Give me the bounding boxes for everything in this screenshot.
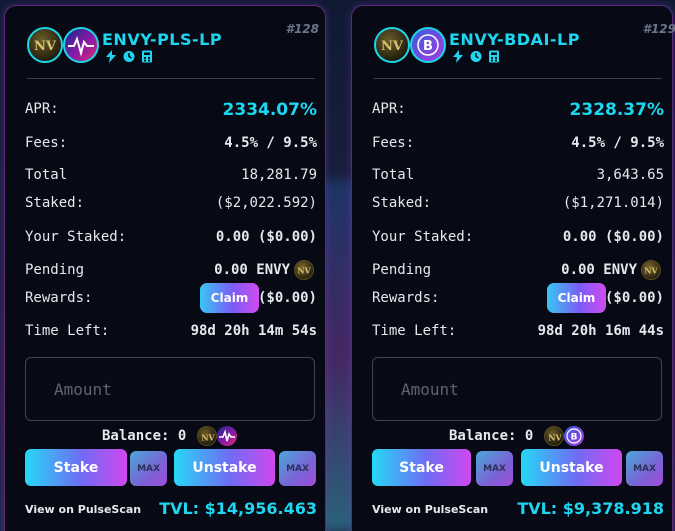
- svg-text:B: B: [423, 39, 433, 54]
- pending-amount: 0.00 ENVY: [561, 262, 637, 278]
- total-staked-label-line2: Staked:: [372, 195, 432, 211]
- pool-card-envy-bdai: NV B ENVY-BDAI-LP #129 APR: 2328.37% Fee…: [351, 5, 675, 531]
- svg-text:NV: NV: [297, 266, 311, 276]
- fees-value: 4.5% / 9.5%: [224, 135, 317, 151]
- pulse-wave-icon: [63, 27, 99, 63]
- tvl-value: TVL: $9,378.918: [517, 499, 664, 518]
- envy-token-icon: NV: [197, 426, 217, 446]
- stake-button[interactable]: Stake: [372, 449, 471, 486]
- apr-value: 2334.07%: [222, 100, 317, 120]
- your-staked-value: 0.00 ($0.00): [562, 229, 664, 245]
- pool-card-envy-pls: NV ENVY-PLS-LP #128 APR: 2334.07% Fees: …: [4, 5, 326, 531]
- pending-amount: 0.00 ENVY: [214, 262, 290, 278]
- fees-label: Fees:: [25, 135, 68, 151]
- pool-number: #129: [642, 22, 675, 36]
- apr-label: APR:: [372, 101, 406, 117]
- pair-name: ENVY-PLS-LP: [102, 30, 223, 49]
- total-staked-label-line1: Total: [372, 167, 415, 183]
- calculator-icon: [142, 50, 152, 63]
- pool-number: #128: [285, 22, 319, 36]
- claim-button[interactable]: Claim: [200, 283, 259, 313]
- apr-value: 2328.37%: [569, 100, 664, 120]
- rewards-usd: ($0.00): [604, 290, 664, 306]
- your-staked-label: Your Staked:: [25, 229, 127, 245]
- time-left-value: 98d 20h 16m 44s: [537, 323, 664, 339]
- svg-text:NV: NV: [381, 39, 404, 54]
- rewards-usd: ($0.00): [257, 290, 317, 306]
- svg-text:NV: NV: [201, 433, 215, 443]
- envy-token-icon: NV: [27, 27, 63, 63]
- time-left-value: 98d 20h 14m 54s: [190, 323, 317, 339]
- envy-token-icon: NV: [544, 426, 564, 446]
- view-on-pulsescan-link[interactable]: View on PulseScan: [372, 503, 488, 516]
- clock-icon: [123, 51, 135, 62]
- unstake-max-button[interactable]: MAX: [279, 451, 316, 486]
- clock-icon: [470, 51, 482, 62]
- time-left-label: Time Left:: [372, 323, 457, 339]
- rewards-label: Rewards:: [25, 290, 93, 306]
- svg-text:NV: NV: [644, 266, 658, 276]
- bdai-coin-icon: B: [410, 27, 446, 63]
- balance-label: Balance: 0: [449, 428, 534, 444]
- time-left-label: Time Left:: [25, 323, 110, 339]
- total-staked-label-line1: Total: [25, 167, 68, 183]
- envy-token-icon: NV: [294, 260, 314, 280]
- unstake-max-button[interactable]: MAX: [626, 451, 663, 486]
- pulse-wave-icon: [217, 426, 237, 446]
- envy-token-icon: NV: [641, 260, 661, 280]
- pair-logos: NV: [27, 27, 101, 65]
- calculator-icon: [489, 50, 499, 63]
- svg-text:NV: NV: [548, 433, 562, 443]
- pending-label: Pending: [25, 262, 85, 278]
- rewards-label: Rewards:: [372, 290, 440, 306]
- balance-row: Balance: 0 NV: [102, 426, 242, 448]
- unstake-button[interactable]: Unstake: [174, 449, 275, 486]
- bolt-icon: [453, 50, 463, 63]
- tvl-value: TVL: $14,956.463: [159, 499, 317, 518]
- unstake-button[interactable]: Unstake: [521, 449, 622, 486]
- pending-label: Pending: [372, 262, 432, 278]
- header-divider: [27, 78, 315, 79]
- pair-logos: NV B: [374, 27, 448, 65]
- stake-max-button[interactable]: MAX: [130, 451, 167, 486]
- balance-row: Balance: 0 NV B: [449, 426, 589, 448]
- header-divider: [374, 78, 662, 79]
- view-on-pulsescan-link[interactable]: View on PulseScan: [25, 503, 141, 516]
- stake-button[interactable]: Stake: [25, 449, 127, 486]
- claim-button[interactable]: Claim: [547, 283, 606, 313]
- total-staked-label-line2: Staked:: [25, 195, 85, 211]
- fees-value: 4.5% / 9.5%: [571, 135, 664, 151]
- envy-token-icon: NV: [374, 27, 410, 63]
- total-staked-amount: 18,281.79: [241, 167, 317, 183]
- stake-max-button[interactable]: MAX: [476, 451, 513, 486]
- amount-input[interactable]: [372, 357, 662, 421]
- your-staked-value: 0.00 ($0.00): [215, 229, 317, 245]
- total-staked-usd: ($1,271.014): [562, 195, 664, 211]
- total-staked-amount: 3,643.65: [596, 167, 664, 183]
- your-staked-label: Your Staked:: [372, 229, 474, 245]
- bdai-coin-icon: B: [564, 426, 584, 446]
- fees-label: Fees:: [372, 135, 415, 151]
- svg-text:NV: NV: [34, 39, 57, 54]
- svg-text:B: B: [571, 433, 578, 443]
- apr-label: APR:: [25, 101, 59, 117]
- pair-name: ENVY-BDAI-LP: [449, 30, 580, 49]
- amount-input[interactable]: [25, 357, 315, 421]
- balance-label: Balance: 0: [102, 428, 187, 444]
- total-staked-usd: ($2,022.592): [215, 195, 317, 211]
- bolt-icon: [106, 50, 116, 63]
